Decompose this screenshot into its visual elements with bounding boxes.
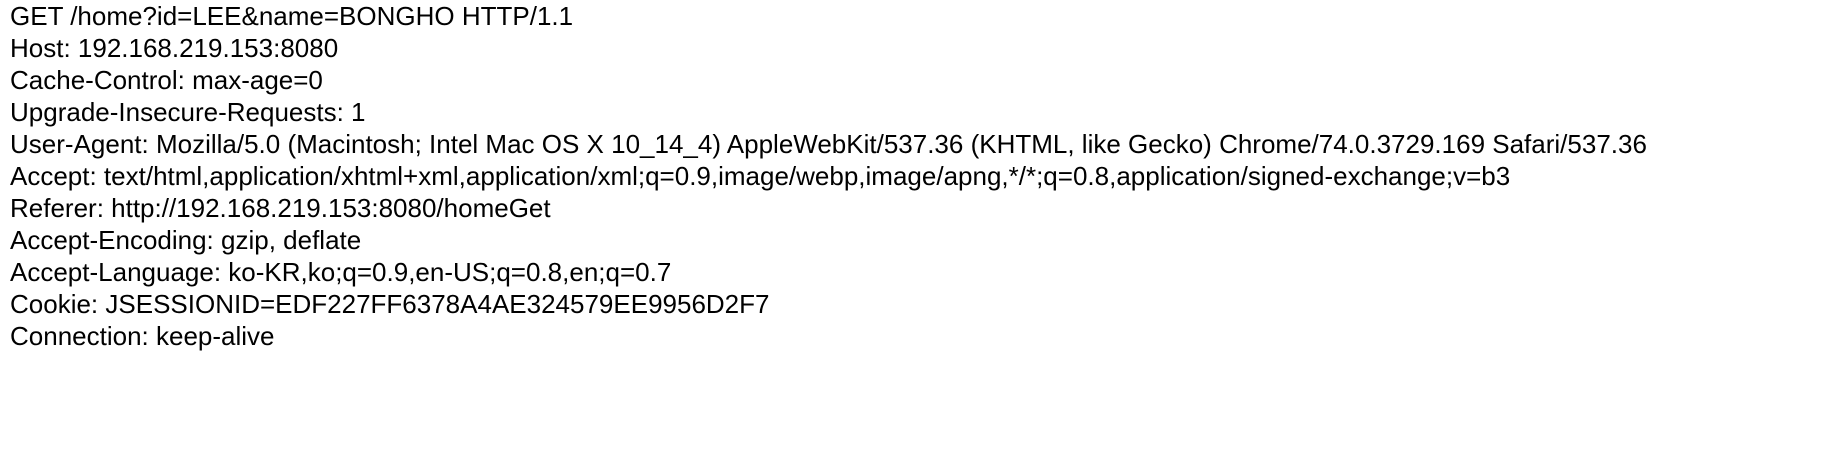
- header-accept-language: Accept-Language: ko-KR,ko;q=0.9,en-US;q=…: [10, 257, 672, 287]
- header-connection: Connection: keep-alive: [10, 321, 275, 351]
- header-upgrade-insecure-requests: Upgrade-Insecure-Requests: 1: [10, 97, 366, 127]
- header-cache-control: Cache-Control: max-age=0: [10, 65, 323, 95]
- header-user-agent: User-Agent: Mozilla/5.0 (Macintosh; Inte…: [10, 129, 1647, 159]
- header-cookie: Cookie: JSESSIONID=EDF227FF6378A4AE32457…: [10, 289, 770, 319]
- request-line: GET /home?id=LEE&name=BONGHO HTTP/1.1: [10, 1, 574, 31]
- header-accept: Accept: text/html,application/xhtml+xml,…: [10, 161, 1511, 191]
- header-accept-encoding: Accept-Encoding: gzip, deflate: [10, 225, 362, 255]
- http-request-text: GET /home?id=LEE&name=BONGHO HTTP/1.1 Ho…: [10, 0, 1812, 352]
- header-referer: Referer: http://192.168.219.153:8080/hom…: [10, 193, 551, 223]
- header-host: Host: 192.168.219.153:8080: [10, 33, 339, 63]
